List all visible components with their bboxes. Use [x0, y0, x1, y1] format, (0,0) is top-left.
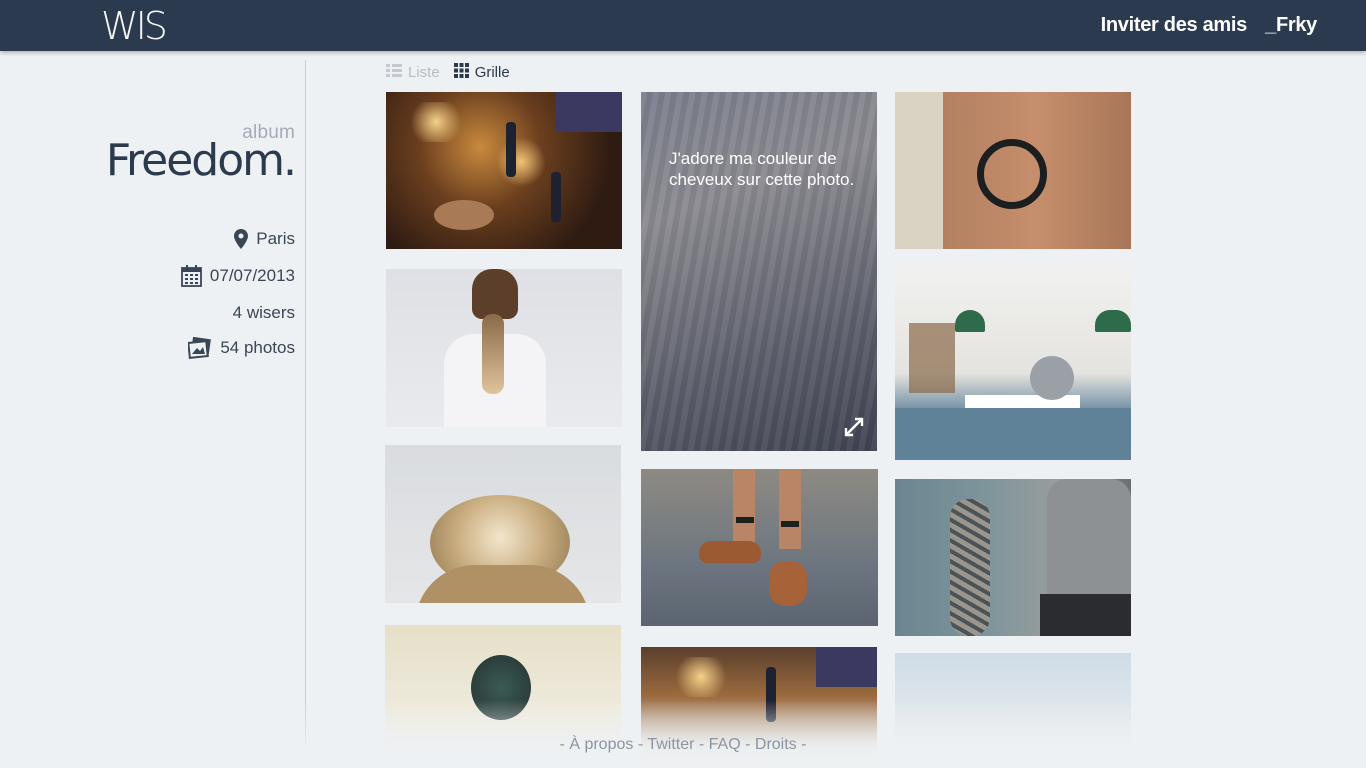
footer-rights-link[interactable]: Droits	[755, 736, 797, 753]
logo[interactable]: WIS	[101, 6, 168, 46]
view-toggle: Liste Grille	[386, 63, 510, 82]
invite-friends-link[interactable]: Inviter des amis	[1101, 14, 1248, 37]
photo-shoes-cobblestone[interactable]	[641, 469, 878, 626]
footer-faq-link[interactable]: FAQ	[709, 736, 741, 753]
album-location: Paris	[234, 229, 295, 249]
footer-suffix: -	[796, 736, 807, 753]
grid-view-icon	[453, 63, 469, 82]
album-wisers-text: 4 wisers	[232, 303, 295, 322]
album-date-text: 07/07/2013	[209, 266, 295, 285]
album-date: 07/07/2013	[181, 265, 295, 287]
list-view-label: Liste	[408, 64, 440, 81]
footer-separator: -	[633, 736, 648, 753]
photo-kitchen[interactable]	[895, 268, 1131, 460]
footer-separator: -	[740, 736, 755, 753]
album-wisers: 4 wisers	[233, 303, 295, 323]
footer-about-link[interactable]: À propos	[569, 736, 633, 753]
photos-icon	[188, 337, 212, 359]
map-pin-icon	[234, 229, 249, 249]
footer-prefix: -	[559, 736, 570, 753]
user-menu-link[interactable]: _Frky	[1265, 14, 1317, 37]
photo-featured-hair[interactable]: J'adore ma couleur de cheveux sur cette …	[641, 92, 877, 451]
photo-table-dinner[interactable]	[386, 92, 622, 249]
top-bar: WIS Inviter des amis _Frky	[0, 0, 1366, 51]
list-view-icon	[386, 63, 402, 82]
list-view-toggle[interactable]: Liste	[386, 63, 440, 82]
grid-view-toggle[interactable]: Grille	[453, 63, 510, 82]
album-photos-text: 54 photos	[220, 338, 295, 357]
sidebar-divider	[305, 60, 306, 744]
calendar-icon	[181, 265, 202, 287]
photo-woman-ponytail[interactable]	[386, 269, 622, 427]
photo-sleeve-tattoo[interactable]	[895, 479, 1131, 636]
album-location-text: Paris	[256, 229, 295, 248]
expand-icon[interactable]	[843, 416, 865, 443]
album-photos-count: 54 photos	[188, 337, 295, 359]
featured-photo-caption: J'adore ma couleur de cheveux sur cette …	[669, 149, 855, 189]
footer-separator: -	[694, 736, 709, 753]
photo-circle-tattoo[interactable]	[895, 92, 1131, 249]
footer: - À propos - Twitter - FAQ - Droits -	[0, 736, 1366, 754]
grid-view-label: Grille	[474, 64, 510, 81]
bottom-fade	[0, 700, 1366, 768]
album-title: Freedom.	[105, 135, 297, 186]
photo-hair-bun[interactable]	[385, 445, 621, 603]
footer-twitter-link[interactable]: Twitter	[647, 736, 694, 753]
